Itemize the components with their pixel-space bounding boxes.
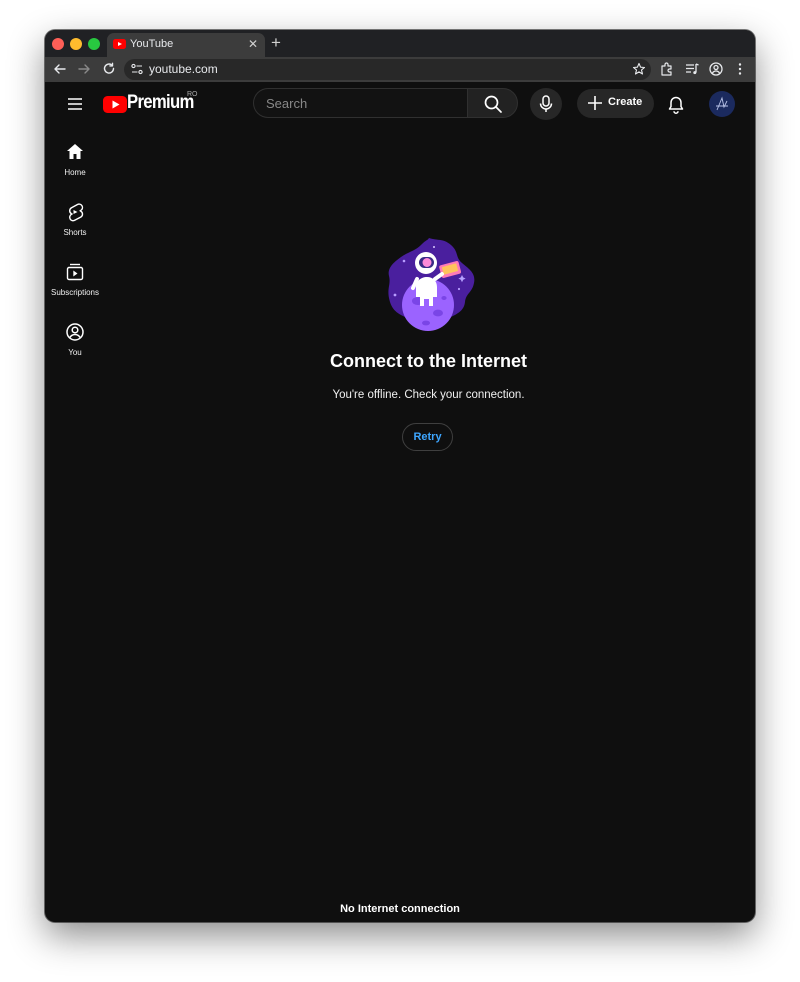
country-code: RO bbox=[187, 91, 198, 98]
search-box bbox=[253, 88, 467, 118]
reload-icon[interactable] bbox=[101, 61, 117, 77]
create-button[interactable]: Create bbox=[577, 89, 654, 118]
minimize-window-button[interactable] bbox=[70, 38, 82, 50]
browser-window: YouTube ✕ + youtube.com Premium RO Searc… bbox=[45, 30, 755, 922]
offline-title: Connect to the Internet bbox=[330, 351, 527, 371]
you-icon bbox=[66, 323, 84, 341]
home-icon bbox=[67, 144, 83, 159]
plus-icon bbox=[588, 96, 602, 110]
notifications-bell-icon[interactable] bbox=[666, 95, 686, 115]
sidebar-item-label: Subscriptions bbox=[50, 288, 100, 297]
avatar[interactable] bbox=[709, 91, 735, 117]
sidebar-item-home[interactable]: Home bbox=[45, 142, 105, 194]
url-text: youtube.com bbox=[149, 62, 218, 76]
shorts-icon bbox=[69, 203, 84, 222]
forward-arrow-icon[interactable] bbox=[76, 61, 92, 77]
tab-close-icon[interactable]: ✕ bbox=[248, 37, 258, 51]
browser-toolbar: youtube.com bbox=[45, 57, 755, 82]
create-label: Create bbox=[608, 96, 643, 108]
sidebar-item-label: Shorts bbox=[63, 228, 87, 237]
offline-astronaut-illustration bbox=[388, 238, 475, 331]
hamburger-menu-icon[interactable] bbox=[66, 95, 84, 113]
tab-title: YouTube bbox=[130, 38, 174, 50]
media-controls-icon[interactable] bbox=[684, 61, 700, 77]
back-arrow-icon[interactable] bbox=[52, 61, 68, 77]
subscriptions-icon bbox=[66, 263, 84, 281]
extensions-icon[interactable] bbox=[659, 61, 675, 77]
browser-menu-icon[interactable] bbox=[732, 61, 748, 77]
search-input[interactable] bbox=[266, 89, 461, 117]
search-button[interactable] bbox=[467, 88, 518, 118]
offline-message: You're offline. Check your connection. bbox=[332, 389, 525, 401]
close-window-button[interactable] bbox=[52, 38, 64, 50]
tab-youtube[interactable]: YouTube ✕ bbox=[107, 33, 265, 57]
sidebar-item-subscriptions[interactable]: Subscriptions bbox=[45, 262, 105, 314]
new-tab-button[interactable]: + bbox=[271, 32, 281, 54]
address-bar[interactable]: youtube.com bbox=[124, 59, 651, 80]
youtube-logo-icon[interactable] bbox=[103, 96, 127, 113]
youtube-favicon-icon bbox=[113, 39, 126, 49]
connection-status-message: No Internet connection bbox=[340, 903, 460, 915]
sidebar-item-label: Home bbox=[64, 168, 86, 177]
voice-search-button[interactable] bbox=[530, 88, 562, 120]
sidebar-item-shorts[interactable]: Shorts bbox=[45, 202, 105, 254]
retry-button[interactable]: Retry bbox=[402, 423, 453, 451]
microphone-icon bbox=[539, 95, 553, 112]
tab-strip: YouTube ✕ + bbox=[45, 30, 755, 57]
maximize-window-button[interactable] bbox=[88, 38, 100, 50]
sidebar-item-label: You bbox=[68, 348, 82, 357]
sidebar-item-you[interactable]: You bbox=[45, 322, 105, 374]
youtube-masthead: Premium RO Create bbox=[45, 82, 755, 126]
premium-logo-text[interactable]: Premium bbox=[127, 92, 194, 114]
search-icon bbox=[484, 95, 502, 113]
bookmark-star-icon[interactable] bbox=[632, 62, 646, 76]
avatar-signature-icon bbox=[716, 96, 728, 111]
profile-icon[interactable] bbox=[708, 61, 724, 77]
site-info-icon[interactable] bbox=[130, 62, 144, 76]
